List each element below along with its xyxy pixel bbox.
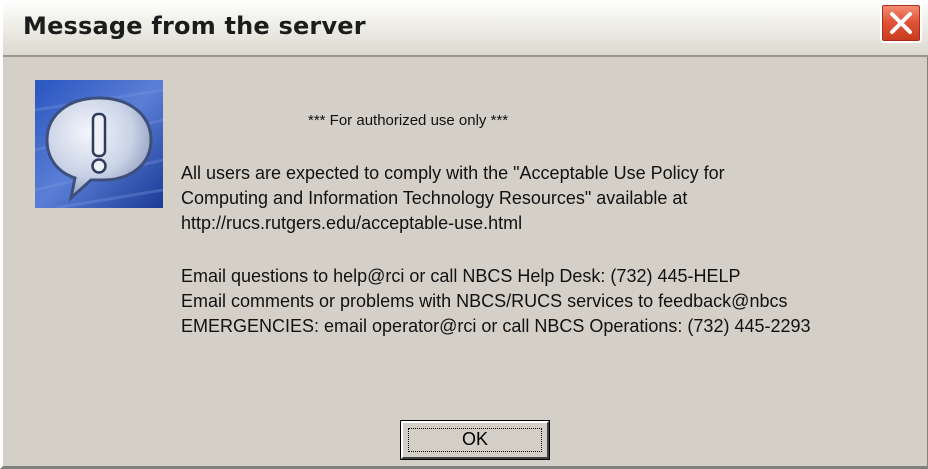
contact-paragraph: Email questions to help@rci or call NBCS… <box>181 264 811 339</box>
policy-line: All users are expected to comply with th… <box>181 163 725 183</box>
policy-line: Computing and Information Technology Res… <box>181 188 688 208</box>
title-bar[interactable]: Message from the server <box>3 0 928 57</box>
authorized-use-headline: *** For authorized use only *** <box>308 112 509 129</box>
policy-line: http://rucs.rutgers.edu/acceptable-use.h… <box>181 213 523 233</box>
ok-button[interactable]: OK <box>401 421 549 459</box>
exclamation-speech-bubble-icon <box>34 80 164 210</box>
close-icon <box>890 12 912 34</box>
policy-paragraph: All users are expected to comply with th… <box>181 161 725 236</box>
close-button[interactable] <box>880 3 922 43</box>
dialog-title: Message from the server <box>23 12 366 40</box>
contact-line: Email questions to help@rci or call NBCS… <box>181 266 741 286</box>
message-dialog: Message from the server *** For authoriz… <box>0 0 928 469</box>
ok-button-label: OK <box>461 429 488 449</box>
contact-line: Email comments or problems with NBCS/RUC… <box>181 291 788 311</box>
contact-line: EMERGENCIES: email operator@rci or call … <box>181 316 811 336</box>
